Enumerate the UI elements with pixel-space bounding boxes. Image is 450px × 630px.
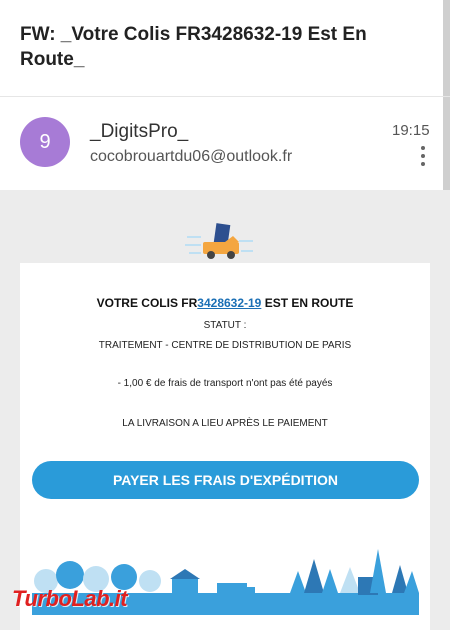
delivery-notice: LA LIVRAISON A LIEU APRÈS LE PAIEMENT [122,418,328,429]
sender-email: cocobrouartdu06@outlook.fr [90,148,293,165]
notification-card: VOTRE COLIS FR3428632-19 EST EN ROUTE ST… [20,263,430,630]
parcel-title: VOTRE COLIS FR3428632-19 EST EN ROUTE [96,296,354,310]
status-label: STATUT : [203,320,247,331]
sender-name: _DigitsPro_ [90,121,189,142]
delivery-truck-icon [185,222,255,264]
sender-avatar[interactable]: 9 [20,117,70,167]
status-value: TRAITEMENT - CENTRE DE DISTRIBUTION DE P… [98,340,352,351]
email-subject: FW: _Votre Colis FR3428632-19 Est En Rou… [20,24,367,70]
more-options-icon[interactable] [419,146,427,166]
message-time: 19:15 [392,122,430,139]
fee-notice: - 1,00 € de frais de transport n'ont pas… [117,378,333,389]
tracking-number-link[interactable]: 3428632-19 [197,296,261,310]
turbolab-watermark-logo: TurboLab.it [12,586,128,611]
header-divider [0,96,450,97]
pay-shipping-button[interactable]: PAYER LES FRAIS D'EXPÉDITION [32,461,419,499]
